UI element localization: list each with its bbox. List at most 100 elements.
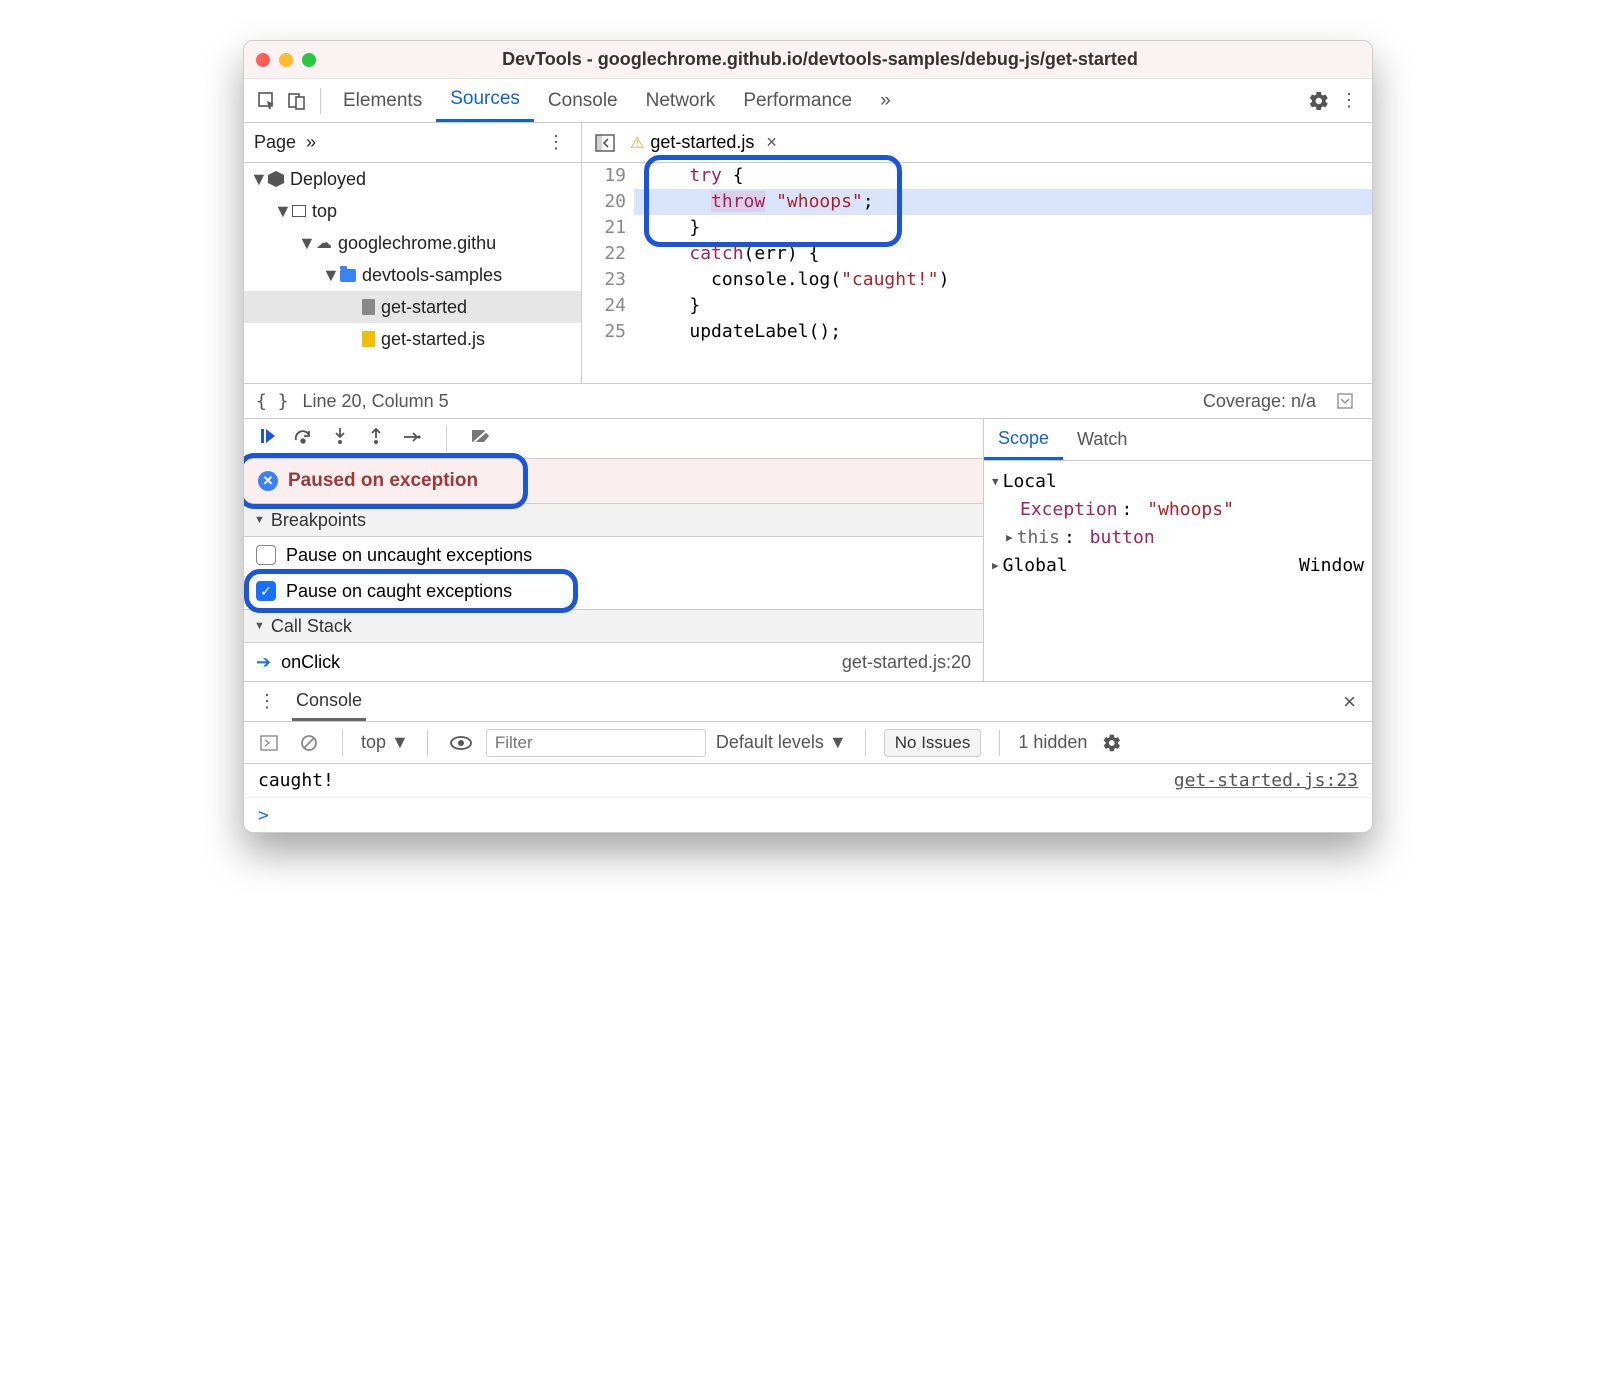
divider [999, 730, 1000, 756]
navigator-overflow[interactable]: » [306, 132, 316, 153]
disclosure-triangle-icon: ▼ [254, 514, 265, 526]
tree-file-html[interactable]: get-started [244, 291, 581, 323]
frame-location: get-started.js:20 [842, 652, 971, 673]
paused-message: ✕ Paused on exception [244, 459, 983, 503]
window-title: DevTools - googlechrome.github.io/devtoo… [280, 49, 1360, 70]
kebab-menu-icon[interactable]: ⋮ [1334, 86, 1364, 116]
paused-text: Paused on exception [288, 470, 478, 492]
close-tab-icon[interactable]: × [766, 132, 777, 153]
tree-top[interactable]: ▼ top [244, 195, 581, 227]
close-drawer-icon[interactable]: × [1335, 689, 1364, 715]
code-editor[interactable]: 19 20 21 22 23 24 25 try { throw "whoops… [582, 163, 1372, 383]
toggle-navigator-icon[interactable] [590, 128, 620, 158]
console-settings-gear-icon[interactable] [1097, 728, 1127, 758]
scope-local[interactable]: ▼Local [984, 467, 1372, 495]
resume-icon[interactable] [258, 427, 278, 450]
tab-network[interactable]: Network [632, 79, 730, 122]
close-window-button[interactable] [256, 53, 270, 67]
clear-console-icon[interactable] [294, 728, 324, 758]
console-prompt[interactable]: > [244, 798, 1372, 832]
frame-function: onClick [281, 652, 340, 673]
main-tabs: Elements Sources Console Network Perform… [244, 79, 1372, 123]
tree-host[interactable]: ▼☁ googlechrome.githu [244, 227, 581, 259]
navigator-and-tabs-row: Page » ⋮ ⚠ get-started.js × [244, 123, 1372, 163]
js-file-icon [362, 331, 375, 347]
line-gutter: 19 20 21 22 23 24 25 [582, 163, 634, 345]
console-sidebar-icon[interactable] [254, 728, 284, 758]
tree-deployed[interactable]: ▼ Deployed [244, 163, 581, 195]
scope-pane: Scope Watch ▼Local Exception: "whoops" ▶… [984, 419, 1372, 681]
drawer-kebab-icon[interactable]: ⋮ [252, 687, 282, 717]
device-toolbar-icon[interactable] [282, 86, 312, 116]
divider [427, 730, 428, 756]
debugger-left: ✕ Paused on exception ▼ Breakpoints Paus… [244, 419, 984, 681]
checkbox-checked[interactable]: ✓ [256, 581, 276, 601]
divider [342, 730, 343, 756]
tab-elements[interactable]: Elements [329, 79, 436, 122]
drawer-tab-console[interactable]: Console [292, 682, 366, 721]
editor-footer: { } Line 20, Column 5 Coverage: n/a [244, 383, 1372, 419]
disclosure-triangle-icon: ▼ [254, 620, 265, 632]
navigator-tree: ▼ Deployed ▼ top ▼☁ googlechrome.githu ▼… [244, 163, 582, 383]
pause-caught-row[interactable]: ✓ Pause on caught exceptions [244, 573, 983, 609]
navigator-kebab-icon[interactable]: ⋮ [541, 128, 571, 158]
pretty-print-icon[interactable]: { } [256, 391, 289, 412]
folder-icon [340, 269, 356, 282]
file-tab-getstarted[interactable]: ⚠ get-started.js × [630, 132, 777, 153]
tree-label: googlechrome.githu [338, 233, 496, 254]
drawer-tabs: ⋮ Console × [244, 682, 1372, 722]
tab-performance[interactable]: Performance [729, 79, 866, 122]
scope-global[interactable]: ▶GlobalWindow [984, 551, 1372, 579]
inspect-element-icon[interactable] [252, 86, 282, 116]
tab-console[interactable]: Console [534, 79, 632, 122]
devtools-window: DevTools - googlechrome.github.io/devtoo… [243, 40, 1373, 833]
file-tab-label: get-started.js [650, 132, 754, 153]
console-log-line[interactable]: caught! get-started.js:23 [244, 764, 1372, 798]
navigator-page-tab[interactable]: Page [254, 132, 296, 153]
tree-folder[interactable]: ▼ devtools-samples [244, 259, 581, 291]
divider [865, 730, 866, 756]
tab-sources[interactable]: Sources [436, 79, 534, 122]
pause-uncaught-row[interactable]: Pause on uncaught exceptions [244, 537, 983, 573]
tab-watch[interactable]: Watch [1063, 419, 1141, 460]
callstack-frame[interactable]: ➔ onClick get-started.js:20 [244, 643, 983, 681]
log-source-link[interactable]: get-started.js:23 [1174, 770, 1358, 791]
step-icon[interactable] [402, 428, 422, 449]
sources-body: ▼ Deployed ▼ top ▼☁ googlechrome.githu ▼… [244, 163, 1372, 383]
context-selector[interactable]: top ▼ [361, 732, 409, 753]
checkbox-unchecked[interactable] [256, 545, 276, 565]
tree-label: get-started.js [381, 329, 485, 350]
step-into-icon[interactable] [330, 427, 350, 450]
tree-label: Deployed [290, 169, 366, 190]
tab-scope[interactable]: Scope [984, 419, 1063, 460]
step-over-icon[interactable] [294, 428, 314, 449]
warning-icon: ⚠ [630, 133, 644, 153]
tree-file-js[interactable]: get-started.js [244, 323, 581, 355]
scope-exception[interactable]: Exception: "whoops" [984, 495, 1372, 523]
cursor-position: Line 20, Column 5 [303, 391, 449, 412]
tree-label: devtools-samples [362, 265, 502, 286]
breakpoints-header[interactable]: ▼ Breakpoints [244, 503, 983, 537]
issues-button[interactable]: No Issues [884, 729, 982, 757]
cloud-icon: ☁ [316, 233, 332, 253]
deactivate-breakpoints-icon[interactable] [471, 428, 491, 449]
live-expression-icon[interactable] [446, 728, 476, 758]
callstack-header[interactable]: ▼ Call Stack [244, 609, 983, 643]
console-filter-input[interactable] [486, 729, 706, 757]
log-levels-selector[interactable]: Default levels ▼ [716, 732, 847, 753]
tabs-overflow[interactable]: » [866, 79, 905, 122]
scope-tabs: Scope Watch [984, 419, 1372, 461]
document-icon [362, 299, 375, 315]
gear-icon[interactable] [1304, 86, 1334, 116]
scope-this[interactable]: ▶this: button [984, 523, 1372, 551]
coverage-dropdown-icon[interactable] [1330, 386, 1360, 416]
log-message: caught! [258, 770, 334, 791]
titlebar: DevTools - googlechrome.github.io/devtoo… [244, 41, 1372, 79]
scope-body: ▼Local Exception: "whoops" ▶this: button… [984, 461, 1372, 585]
editor-tab-strip: ⚠ get-started.js × [582, 123, 1372, 162]
divider [320, 88, 321, 114]
step-out-icon[interactable] [366, 427, 386, 450]
checkbox-label: Pause on caught exceptions [286, 581, 512, 602]
debugger-row: ✕ Paused on exception ▼ Breakpoints Paus… [244, 419, 1372, 682]
checkbox-label: Pause on uncaught exceptions [286, 545, 532, 566]
